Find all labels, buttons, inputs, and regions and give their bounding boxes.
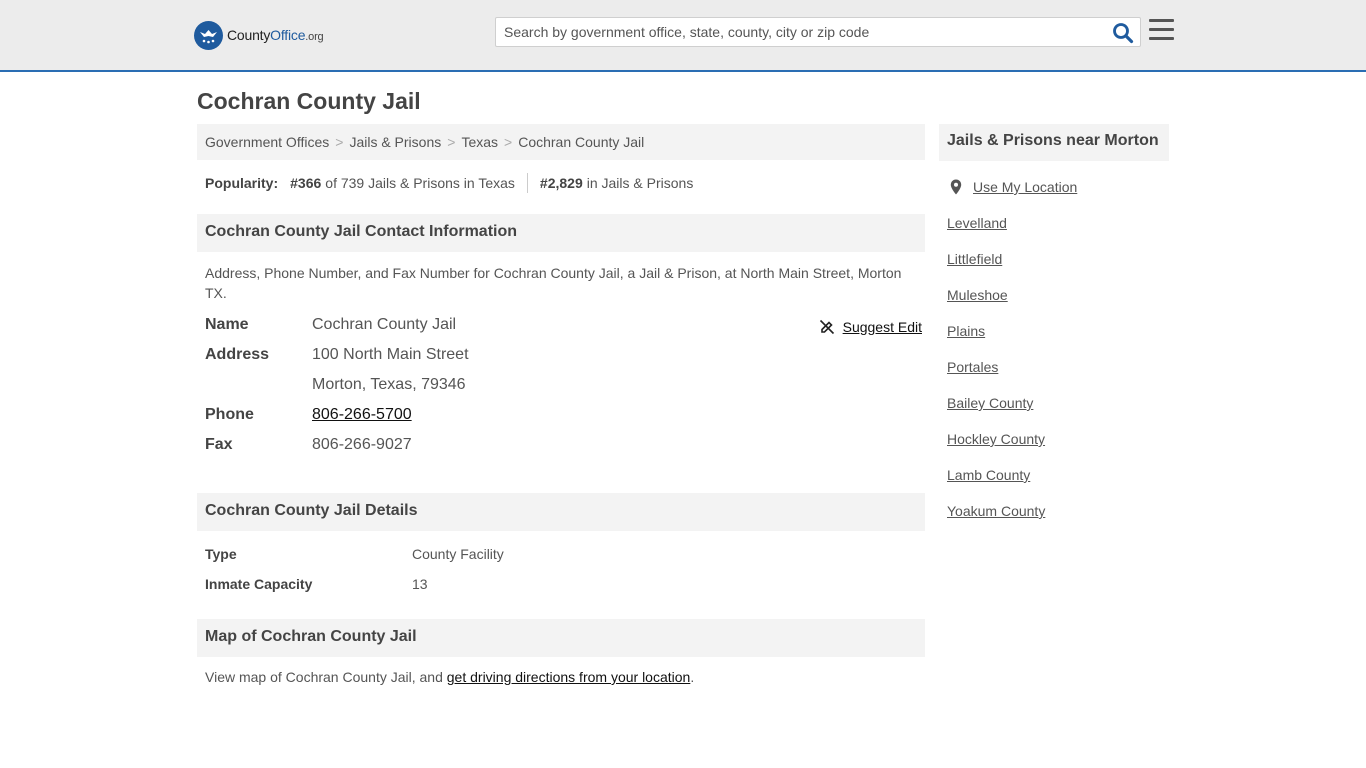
map-text-end: . [690, 669, 695, 685]
logo-eagle-icon [194, 20, 223, 50]
driving-directions-link[interactable]: get driving directions from your locatio… [447, 669, 691, 685]
search-box [495, 17, 1141, 47]
breadcrumb-jails-prisons[interactable]: Jails & Prisons [349, 134, 441, 150]
sidebar-item-levelland[interactable]: Levelland [947, 215, 1007, 231]
state-rank-text: of 739 Jails & Prisons in Texas [325, 175, 515, 191]
national-rank-text: in Jails & Prisons [586, 175, 694, 191]
chevron-right-icon: > [447, 134, 456, 150]
search-icon[interactable] [1112, 22, 1134, 44]
top-bar: CountyOffice.org [0, 0, 1366, 72]
breadcrumb-texas[interactable]: Texas [461, 134, 498, 150]
breadcrumb-government-offices[interactable]: Government Offices [205, 134, 329, 150]
page-title: Cochran County Jail [197, 88, 421, 114]
sidebar-item-littlefield[interactable]: Littlefield [947, 251, 1002, 267]
hamburger-menu-icon[interactable] [1149, 19, 1175, 43]
phone-link[interactable]: 806-266-5700 [312, 406, 412, 424]
divider [526, 173, 528, 193]
address-label: Address [205, 346, 270, 363]
capacity-value: 13 [412, 576, 428, 592]
logo-text-county: County [227, 27, 271, 43]
chevron-right-icon: > [335, 134, 344, 150]
fax-value: 806-266-9027 [312, 436, 412, 453]
use-my-location-label: Use My Location [973, 179, 1078, 195]
suggest-edit-button[interactable]: Suggest Edit [819, 319, 922, 335]
logo-text: CountyOffice.org [227, 27, 324, 43]
site-logo[interactable]: CountyOffice.org [194, 20, 324, 50]
popularity-bar: Popularity: #366 of 739 Jails & Prisons … [205, 173, 693, 193]
sidebar-item-plains[interactable]: Plains [947, 323, 985, 339]
popularity-label: Popularity: [205, 175, 279, 191]
capacity-label: Inmate Capacity [205, 576, 313, 592]
edit-off-icon [819, 319, 834, 335]
sidebar-item-lamb-county[interactable]: Lamb County [947, 467, 1030, 483]
sidebar-item-muleshoe[interactable]: Muleshoe [947, 287, 1008, 303]
contact-row-name: Name Cochran County Jail Suggest Edit [205, 316, 925, 336]
suggest-edit-label: Suggest Edit [842, 319, 922, 335]
logo-text-org: .org [305, 31, 324, 43]
map-section-heading: Map of Cochran County Jail [197, 619, 925, 657]
sidebar-item-yoakum-county[interactable]: Yoakum County [947, 503, 1045, 519]
sidebar-item-bailey-county[interactable]: Bailey County [947, 395, 1033, 411]
sidebar-item-portales[interactable]: Portales [947, 359, 998, 375]
name-value: Cochran County Jail [312, 316, 457, 333]
sidebar-heading: Jails & Prisons near Morton [939, 124, 1169, 161]
search-input[interactable] [496, 18, 1106, 46]
logo-text-office: Office [270, 27, 306, 43]
map-description: View map of Cochran County Jail, and get… [205, 669, 694, 685]
phone-label: Phone [205, 406, 254, 423]
chevron-right-icon: > [504, 134, 513, 150]
address-line-2: Morton, Texas, 79346 [312, 376, 466, 393]
fax-label: Fax [205, 436, 233, 453]
state-rank: #366 [290, 175, 322, 191]
sidebar-item-hockley-county[interactable]: Hockley County [947, 431, 1045, 447]
map-text: View map of Cochran County Jail, and [205, 669, 443, 685]
use-my-location-link[interactable]: Use My Location [947, 178, 1077, 196]
name-label: Name [205, 316, 249, 333]
breadcrumb-current-page[interactable]: Cochran County Jail [518, 134, 644, 150]
address-line-1: 100 North Main Street [312, 346, 469, 363]
map-pin-icon [950, 179, 962, 195]
contact-description: Address, Phone Number, and Fax Number fo… [205, 265, 902, 301]
contact-section-heading: Cochran County Jail Contact Information [197, 214, 925, 252]
type-value: County Facility [412, 546, 504, 562]
national-rank: #2,829 [539, 175, 583, 191]
breadcrumb: Government Offices > Jails & Prisons > Texas… [197, 124, 925, 160]
type-label: Type [205, 546, 237, 562]
details-section-heading: Cochran County Jail Details [197, 493, 925, 531]
